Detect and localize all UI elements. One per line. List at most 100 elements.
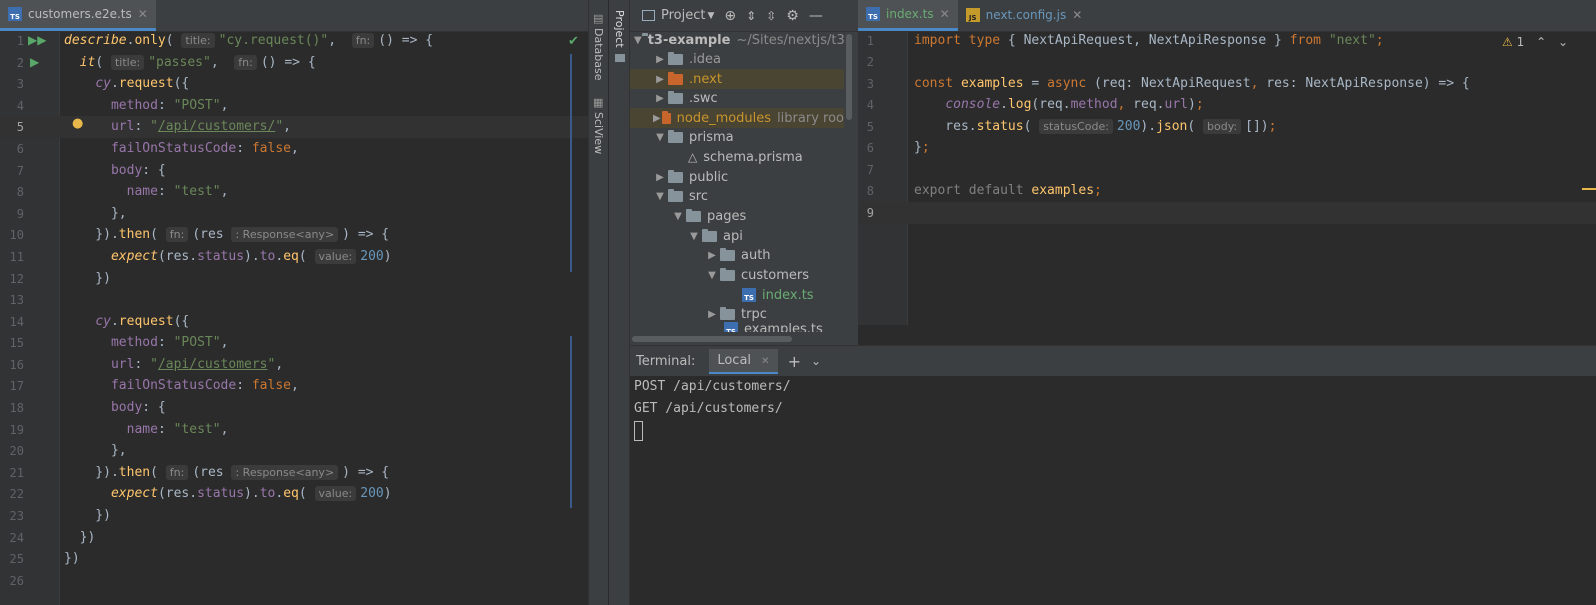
tree-item-label: public (689, 169, 729, 185)
gear-icon[interactable]: ⚙ (786, 8, 799, 24)
code-line-10: }).then( fn: (res : Response<any>) => { (64, 227, 390, 242)
tree-item-label: src (689, 188, 708, 204)
tree-item-next[interactable]: ▶ .next (630, 69, 844, 89)
code-line-25: }) (64, 551, 80, 566)
folder-icon (686, 208, 701, 222)
terminal-cursor (634, 420, 643, 441)
collapse-all-icon[interactable]: ⇳ (766, 9, 776, 23)
tab-customers-e2e[interactable]: TS customers.e2e.ts ✕ (0, 0, 156, 31)
tree-item-root[interactable]: ▼ t3-example ~/Sites/nextjs/t3 (630, 30, 844, 50)
terminal-output-line: POST /api/customers/ (634, 379, 791, 394)
tree-item-label: auth (741, 247, 771, 263)
prisma-file-icon: △ (688, 150, 698, 164)
chevron-down-icon[interactable]: ▼ (707, 11, 714, 21)
close-icon[interactable]: ✕ (1072, 8, 1082, 22)
code-line-5: url: "/api/customers/", (110, 119, 291, 134)
code-line-9: }, (64, 206, 127, 221)
tree-item-label: .swc (689, 90, 718, 106)
chevron-right-icon[interactable]: ▶ (652, 54, 668, 65)
chevron-right-icon[interactable]: ▶ (704, 309, 720, 320)
minimize-icon[interactable]: — (809, 8, 823, 24)
sciview-tool-button[interactable]: SciView (592, 112, 605, 154)
folder-icon (661, 110, 671, 124)
close-icon[interactable]: ✕ (138, 7, 148, 21)
tab-label: next.config.js (985, 8, 1067, 22)
code-line-15: method: "POST", (110, 335, 229, 350)
line-number: 13 (9, 293, 24, 307)
terminal-panel: Terminal: Local ✕ + ⌄ POST /api/customer… (630, 345, 1596, 605)
typescript-file-icon: TS (742, 288, 756, 302)
chevron-down-icon[interactable]: ▼ (686, 231, 702, 242)
code-line-4: console.log(req.method, req.url); (945, 97, 1204, 112)
code-line-16: url: "/api/customers", (110, 357, 284, 372)
chevron-down-icon[interactable]: ⌄ (811, 354, 821, 368)
code-line-6: }; (914, 140, 930, 155)
tree-item-auth[interactable]: ▶ auth (630, 245, 844, 265)
tree-item-label: schema.prisma (703, 149, 803, 165)
line-number: 7 (866, 163, 874, 177)
code-line-14: cy.request({ (95, 314, 190, 329)
terminal-prompt[interactable] (630, 420, 1596, 442)
tree-item-label: node_modules (676, 110, 772, 126)
chevron-down-icon[interactable]: ▼ (634, 35, 642, 46)
chevron-right-icon[interactable]: ▶ (652, 172, 668, 183)
code-line-17: failOnStatusCode: false, (110, 378, 299, 393)
tree-item-path: ~/Sites/nextjs/t3 (736, 32, 844, 48)
sciview-icon[interactable]: ▦ (593, 96, 603, 109)
chevron-down-icon[interactable]: ▼ (704, 270, 720, 281)
project-view-dropdown[interactable]: Project (661, 8, 705, 23)
chevron-right-icon[interactable]: ▶ (652, 113, 662, 124)
left-code-editor[interactable]: 1 2 3 4 5 6 7 8 9 10 11 12 13 14 15 16 1… (0, 32, 588, 605)
tree-item-public[interactable]: ▶ public (630, 167, 844, 187)
code-line-8: export default examples; (914, 183, 1102, 198)
folder-icon (668, 71, 683, 85)
chevron-right-icon[interactable]: ▶ (652, 74, 668, 85)
folder-icon (720, 247, 735, 261)
code-line-11: expect(res.status).to.eq( value: 200) (110, 249, 392, 264)
database-tool-button[interactable]: Database (592, 28, 605, 81)
tree-item-examples-ts[interactable]: TS examples.ts (630, 322, 844, 332)
chevron-down-icon[interactable]: ▼ (652, 191, 668, 202)
locate-icon[interactable]: ⊕ (724, 8, 736, 24)
project-view-icon (642, 10, 655, 21)
project-panel: Project ▼ ⊕ ⇕ ⇳ ⚙ — ▼ t3-example ~/Sites… (630, 0, 858, 345)
chevron-right-icon[interactable]: ▶ (704, 250, 720, 261)
tree-item-trpc[interactable]: ▶ trpc (630, 304, 844, 324)
code-line-3: cy.request({ (95, 76, 190, 91)
tree-item-schema-prisma[interactable]: △ schema.prisma (630, 147, 844, 167)
tree-item-customers[interactable]: ▼ customers (630, 265, 844, 285)
tree-item-pages[interactable]: ▼ pages (630, 206, 844, 226)
chevron-down-icon[interactable]: ▼ (670, 211, 686, 222)
line-number: 26 (9, 574, 24, 588)
close-icon[interactable]: ✕ (761, 356, 769, 367)
tree-item-idea[interactable]: ▶ .idea (630, 49, 844, 69)
code-line-24: }) (64, 530, 96, 545)
chevron-right-icon[interactable]: ▶ (652, 93, 668, 104)
chevron-down-icon[interactable]: ▼ (652, 132, 668, 143)
close-icon[interactable]: ✕ (940, 7, 950, 21)
terminal-tab-local[interactable]: Local ✕ (709, 348, 778, 374)
code-line-18: body: { (110, 400, 166, 415)
right-code-editor[interactable]: 1 2 3 4 5 6 7 8 9 ⚠ 1 ⌃ ⌄ import type { … (858, 32, 1596, 325)
tree-item-index-ts[interactable]: TS index.ts (630, 285, 844, 305)
project-tool-button[interactable]: Project (613, 10, 626, 48)
code-line-1: import type { NextApiRequest, NextApiRes… (914, 33, 1384, 48)
tab-index-ts[interactable]: TS index.ts ✕ (858, 0, 958, 31)
tab-next-config[interactable]: JS next.config.js ✕ (958, 0, 1091, 31)
tree-item-prisma[interactable]: ▼ prisma (630, 127, 844, 147)
horizontal-scrollbar[interactable] (632, 336, 792, 342)
tree-item-label: index.ts (762, 287, 814, 303)
database-icon[interactable]: ▤ (593, 12, 603, 25)
tree-item-src[interactable]: ▼ src (630, 186, 844, 206)
terminal-tab-label: Local (717, 352, 752, 368)
tree-item-node-modules[interactable]: ▶ node_modules library roo (630, 108, 844, 128)
tree-item-swc[interactable]: ▶ .swc (630, 88, 844, 108)
line-number: 2 (866, 55, 874, 69)
add-icon[interactable]: + (788, 352, 801, 371)
code-line-1: describe.only( title: "cy.request()", fn:… (64, 33, 434, 48)
tree-item-label: pages (707, 208, 747, 224)
tree-item-api[interactable]: ▼ api (630, 226, 844, 246)
expand-all-icon[interactable]: ⇕ (746, 9, 756, 23)
tree-item-label: examples.ts (744, 322, 823, 332)
folder-icon (720, 306, 735, 320)
